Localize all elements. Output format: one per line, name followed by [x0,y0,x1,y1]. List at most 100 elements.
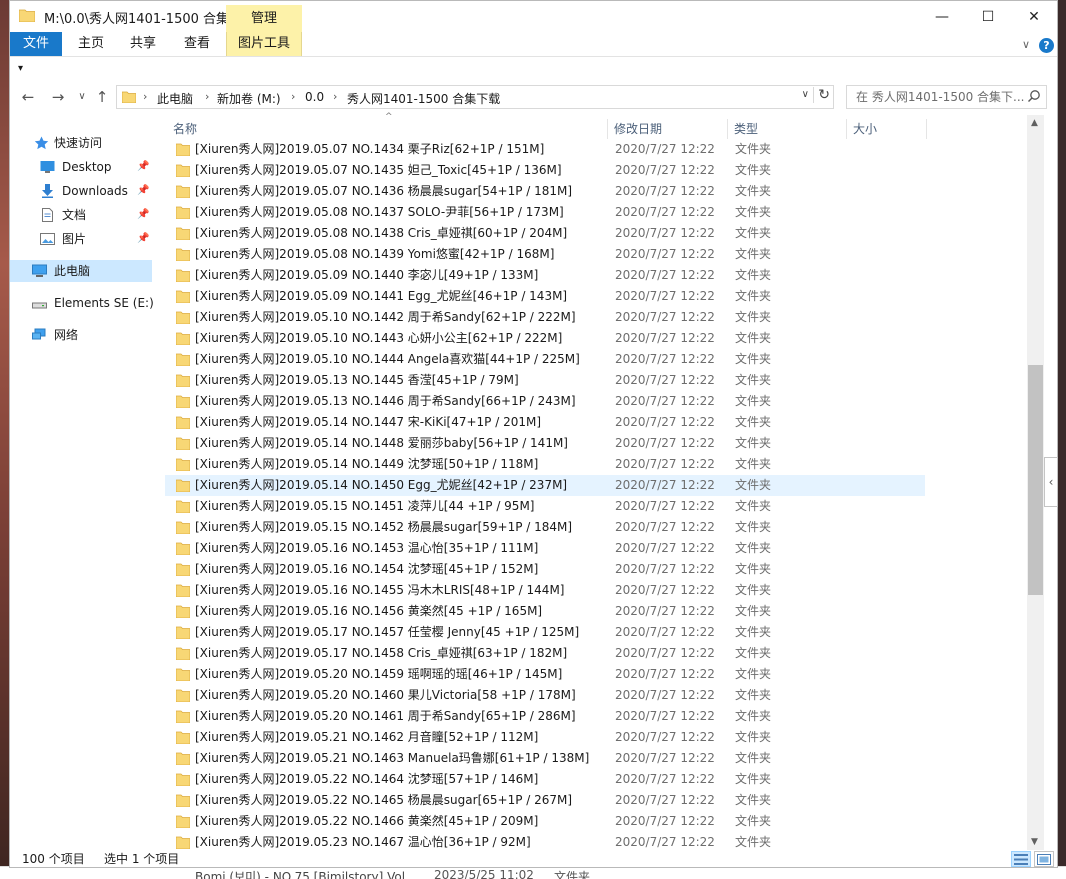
file-row[interactable]: [Xiuren秀人网]2019.05.21 NO.1463 Manuela玛鲁娜… [165,748,925,769]
breadcrumb-current[interactable]: 秀人网1401-1500 合集下载 [347,90,500,107]
nav-item-this-pc[interactable]: 此电脑 [10,260,152,282]
file-row[interactable]: [Xiuren秀人网]2019.05.16 NO.1454 沈梦瑶[45+1P … [165,559,925,580]
file-row[interactable]: [Xiuren秀人网]2019.05.08 NO.1439 Yomi悠蜜[42+… [165,244,925,265]
file-row[interactable]: [Xiuren秀人网]2019.05.14 NO.1449 沈梦瑶[50+1P … [165,454,925,475]
scroll-up-icon[interactable]: ▲ [1031,118,1038,128]
file-row[interactable]: [Xiuren秀人网]2019.05.10 NO.1443 心妍小公主[62+1… [165,328,925,349]
recent-locations-icon[interactable]: ∨ [72,87,92,107]
scroll-down-icon[interactable]: ▼ [1031,837,1038,847]
file-row[interactable]: [Xiuren秀人网]2019.05.13 NO.1446 周于希Sandy[6… [165,391,925,412]
breadcrumb-drive[interactable]: 新加卷 (M:) [217,90,281,107]
help-icon[interactable]: ? [1039,38,1054,53]
file-row[interactable]: [Xiuren秀人网]2019.05.14 NO.1450 Egg_尤妮丝[42… [165,475,925,496]
nav-item-pictures[interactable]: 图片 📌 [10,228,152,250]
file-row[interactable]: [Xiuren秀人网]2019.05.20 NO.1461 周于希Sandy[6… [165,706,925,727]
file-date: 2020/7/27 12:22 [615,520,715,534]
file-row[interactable]: [Xiuren秀人网]2019.05.15 NO.1451 凌萍儿[44 +1P… [165,496,925,517]
tab-share[interactable]: 共享 [120,32,166,56]
customize-toolbar-icon[interactable]: ▾ [18,63,23,74]
file-row[interactable]: [Xiuren秀人网]2019.05.10 NO.1444 Angela喜欢猫[… [165,349,925,370]
file-type: 文件夹 [735,415,772,429]
file-row[interactable]: [Xiuren秀人网]2019.05.15 NO.1452 杨晨晨sugar[5… [165,517,925,538]
scrollbar-thumb[interactable] [1028,365,1043,595]
file-row[interactable]: [Xiuren秀人网]2019.05.22 NO.1466 黄楽然[45+1P … [165,811,925,832]
tab-picture-tools[interactable]: 图片工具 [226,32,302,56]
file-name: [Xiuren秀人网]2019.05.17 NO.1458 Cris_卓娅祺[6… [195,646,568,660]
nav-item-drive[interactable]: Elements SE (E:) [10,292,154,314]
file-row[interactable]: [Xiuren秀人网]2019.05.07 NO.1435 妲己_Toxic[4… [165,160,925,181]
folder-icon [176,374,190,387]
search-box[interactable] [846,85,1047,109]
file-name: [Xiuren秀人网]2019.05.10 NO.1442 周于希Sandy[6… [195,310,576,324]
up-arrow-icon[interactable]: ↑ [92,87,112,107]
search-input[interactable] [856,90,1026,104]
file-row[interactable]: [Xiuren秀人网]2019.05.22 NO.1464 沈梦瑶[57+1P … [165,769,925,790]
column-header-date[interactable]: 修改日期 [614,119,662,139]
column-divider[interactable] [846,119,847,139]
file-row[interactable]: [Xiuren秀人网]2019.05.14 NO.1447 宋-KiKi[47+… [165,412,925,433]
tab-home[interactable]: 主页 [68,32,114,56]
forward-arrow-icon[interactable]: → [48,87,68,107]
file-row[interactable]: [Xiuren秀人网]2019.05.10 NO.1442 周于希Sandy[6… [165,307,925,328]
file-row[interactable]: [Xiuren秀人网]2019.05.20 NO.1460 果儿Victoria… [165,685,925,706]
file-row[interactable]: [Xiuren秀人网]2019.05.09 NO.1441 Egg_尤妮丝[46… [165,286,925,307]
column-divider[interactable] [926,119,927,139]
file-row[interactable]: [Xiuren秀人网]2019.05.22 NO.1465 杨晨晨sugar[6… [165,790,925,811]
refresh-icon[interactable]: ↻ [813,87,830,103]
nav-item-desktop[interactable]: Desktop 📌 [10,156,152,178]
file-row[interactable]: [Xiuren秀人网]2019.05.16 NO.1456 黄楽然[45 +1P… [165,601,925,622]
file-row[interactable]: [Xiuren秀人网]2019.05.09 NO.1440 李宓儿[49+1P … [165,265,925,286]
file-row[interactable]: [Xiuren秀人网]2019.05.13 NO.1445 香滢[45+1P /… [165,370,925,391]
details-view-button[interactable] [1011,851,1031,867]
file-type: 文件夹 [735,247,772,261]
file-row[interactable]: [Xiuren秀人网]2019.05.08 NO.1438 Cris_卓娅祺[6… [165,223,925,244]
file-row[interactable]: [Xiuren秀人网]2019.05.14 NO.1448 爱丽莎baby[56… [165,433,925,454]
file-type: 文件夹 [735,604,772,618]
nav-item-downloads[interactable]: Downloads 📌 [10,180,152,202]
minimize-button[interactable]: — [919,1,965,32]
back-arrow-icon[interactable]: ← [18,87,38,107]
tab-manage[interactable]: 管理 [226,5,302,32]
file-row[interactable]: [Xiuren秀人网]2019.05.08 NO.1437 SOLO-尹菲[56… [165,202,925,223]
file-type: 文件夹 [735,457,772,471]
file-date: 2020/7/27 12:22 [615,583,715,597]
file-row[interactable]: [Xiuren秀人网]2019.05.16 NO.1455 冯木木LRIS[48… [165,580,925,601]
folder-icon [176,332,190,345]
nav-quick-access[interactable]: 快速访问 [10,132,152,154]
close-button[interactable]: ✕ [1011,1,1057,32]
vertical-scrollbar[interactable]: ▲ ▼ [1027,115,1044,850]
quick-access-toolbar: ▾ [10,56,1057,82]
nav-item-network[interactable]: 网络 [10,324,152,346]
file-row[interactable]: [Xiuren秀人网]2019.05.17 NO.1458 Cris_卓娅祺[6… [165,643,925,664]
large-icons-view-button[interactable] [1034,851,1054,867]
file-row[interactable]: [Xiuren秀人网]2019.05.16 NO.1453 温心怡[35+1P … [165,538,925,559]
search-icon[interactable] [1027,89,1041,103]
file-row[interactable]: [Xiuren秀人网]2019.05.17 NO.1457 任莹樱 Jenny[… [165,622,925,643]
file-date: 2020/7/27 12:22 [615,457,715,471]
folder-icon [176,563,190,576]
nav-item-documents[interactable]: 文档 📌 [10,204,152,226]
file-rows: [Xiuren秀人网]2019.05.07 NO.1434 栗子Riz[62+1… [165,139,925,853]
column-divider[interactable] [727,119,728,139]
chevron-down-icon[interactable]: ∨ [1022,38,1030,51]
breadcrumb-folder[interactable]: 0.0 [305,90,324,104]
maximize-button[interactable]: ☐ [965,1,1011,32]
folder-icon [176,311,190,324]
file-row[interactable]: [Xiuren秀人网]2019.05.07 NO.1436 杨晨晨sugar[5… [165,181,925,202]
file-date: 2020/7/27 12:22 [615,646,715,660]
column-header-type[interactable]: 类型 [734,119,758,139]
file-row[interactable]: [Xiuren秀人网]2019.05.20 NO.1459 瑶啊瑶的瑶[46+1… [165,664,925,685]
breadcrumb-this-pc[interactable]: 此电脑 [157,90,193,107]
file-row[interactable]: [Xiuren秀人网]2019.05.21 NO.1462 月音瞳[52+1P … [165,727,925,748]
column-header-size[interactable]: 大小 [853,119,877,139]
column-divider[interactable] [607,119,608,139]
preview-pane-toggle[interactable]: ‹ [1044,457,1058,507]
folder-icon [176,227,190,240]
address-bar[interactable]: › 此电脑 › 新加卷 (M:) › 0.0 › 秀人网1401-1500 合集… [116,85,834,109]
file-row[interactable]: [Xiuren秀人网]2019.05.07 NO.1434 栗子Riz[62+1… [165,139,925,160]
tab-view[interactable]: 查看 [174,32,220,56]
file-type: 文件夹 [735,478,772,492]
tab-file[interactable]: 文件 [10,32,62,56]
chevron-down-icon[interactable]: ∨ [802,89,809,100]
column-header-name[interactable]: 名称 [173,119,197,139]
